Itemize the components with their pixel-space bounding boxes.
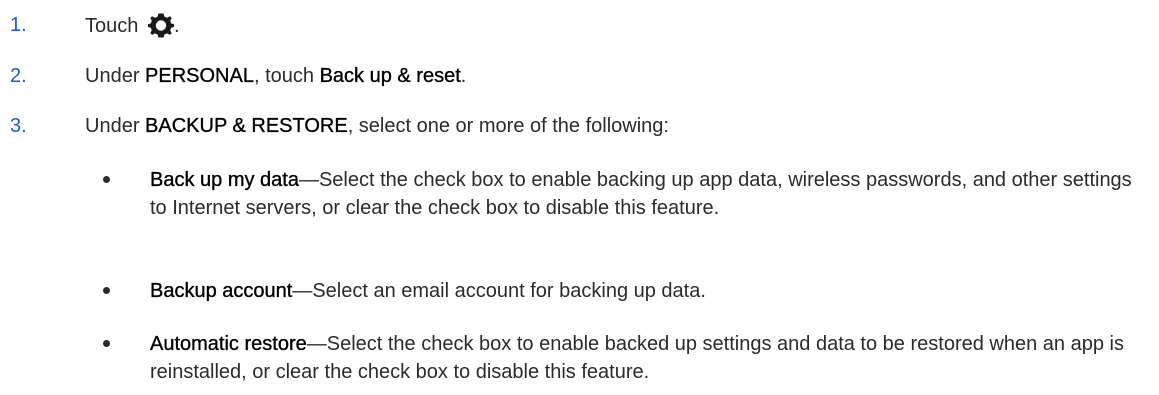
step-text: Touch . <box>85 12 180 38</box>
step-2-text-c: . <box>460 64 467 87</box>
bullet-description: —Select an email account for backing up … <box>292 280 706 302</box>
step-2-bold-a: PERSONAL <box>145 64 254 87</box>
step-3-text-b: , select one or more of the following: <box>347 114 669 137</box>
bullet-text: Backup account—Select an email account f… <box>150 277 1140 305</box>
step-3: 3. Under BACKUP & RESTORE, select one or… <box>0 111 1159 141</box>
bullet-term: Back up my data <box>150 169 299 191</box>
step-number: 2. <box>10 64 27 87</box>
bullet-text: Automatic restore—Select the check box t… <box>150 330 1140 386</box>
step-1-prefix: Touch <box>85 15 144 37</box>
step-3-text-a: Under <box>85 114 146 137</box>
step-2-text-b: , touch <box>253 64 320 87</box>
step-1: 1. Touch . <box>0 10 1159 40</box>
step-2-bold-b: Back up & reset <box>319 64 461 87</box>
step-2-text-a: Under <box>85 64 146 87</box>
step-text: Under PERSONAL, touch Back up & reset. <box>85 64 467 88</box>
gear-icon <box>147 12 174 38</box>
bullet-term: Backup account <box>150 280 293 302</box>
step-3-bold-a: BACKUP & RESTORE <box>145 114 348 137</box>
step-text: Under BACKUP & RESTORE, select one or mo… <box>85 114 669 138</box>
step-2: 2. Under PERSONAL, touch Back up & reset… <box>0 61 1159 91</box>
bullet-dot <box>103 287 110 294</box>
bullet-dot <box>103 340 110 347</box>
bullet-dot <box>103 176 110 183</box>
step-number: 1. <box>10 13 27 36</box>
bullet-term: Automatic restore <box>150 333 307 355</box>
bullet-text: Back up my data—Select the check box to … <box>150 166 1140 222</box>
step-1-suffix: . <box>173 15 180 37</box>
step-number: 3. <box>10 114 27 137</box>
